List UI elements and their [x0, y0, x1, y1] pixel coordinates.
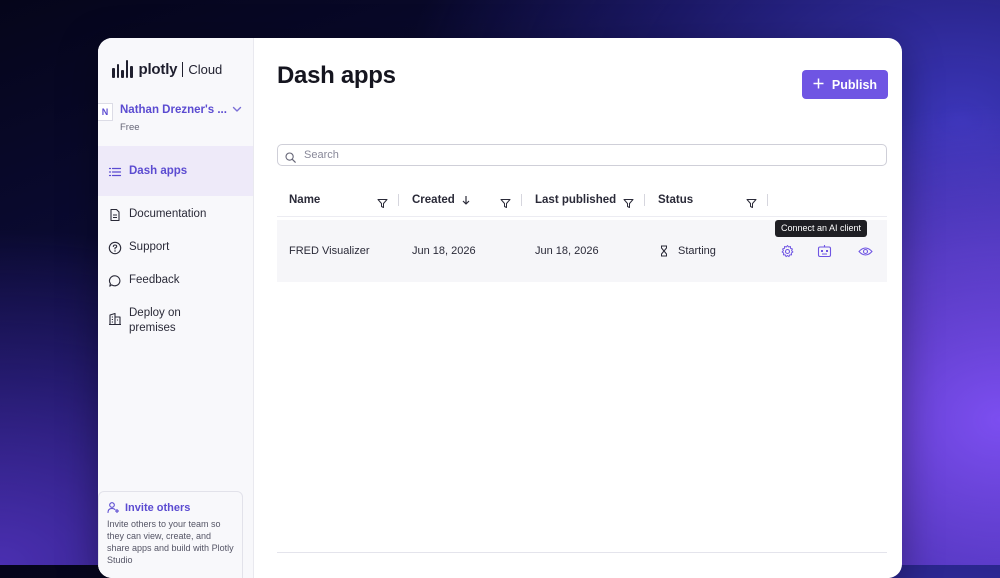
team-name[interactable]: Nathan Drezner's ... [120, 104, 227, 116]
publish-button[interactable]: Publish [802, 70, 888, 99]
app-name[interactable]: FRED Visualizer [289, 245, 370, 257]
page-title: Dash apps [277, 62, 396, 89]
column-label: Status [658, 194, 694, 206]
tooltip: Connect an AI client [775, 220, 868, 237]
sidebar-item-feedback[interactable]: Feedback [98, 273, 253, 288]
filter-icon[interactable] [746, 196, 757, 208]
invite-title: Invite others [125, 501, 191, 514]
filter-icon[interactable] [623, 196, 634, 208]
column-divider[interactable] [767, 194, 768, 206]
column-header-name[interactable]: Name [289, 194, 320, 206]
sidebar: plotly Cloud N Nathan Drezner's ... Free… [98, 38, 254, 578]
sidebar-item-label: Dash apps [129, 164, 188, 177]
sidebar-item-documentation[interactable]: Documentation [98, 207, 253, 222]
plus-icon [813, 78, 824, 92]
plotly-logo-icon [112, 60, 133, 78]
sidebar-item-label: Support [129, 241, 170, 253]
ai-client-icon[interactable] [817, 244, 832, 259]
column-label: Created [412, 194, 455, 206]
team-plan: Free [120, 122, 140, 133]
sidebar-item-support[interactable]: Support [98, 240, 253, 255]
logo[interactable]: plotly Cloud [112, 60, 222, 78]
sidebar-item-deploy-on-premises[interactable]: Deploy on premises [98, 306, 253, 336]
column-divider[interactable] [644, 194, 645, 206]
filter-icon[interactable] [500, 196, 511, 208]
table-row[interactable]: FRED Visualizer Jun 18, 2026 Jun 18, 202… [277, 220, 887, 282]
team-avatar: N [98, 103, 113, 121]
column-header-created[interactable]: Created [412, 194, 471, 206]
table-bottom-border [277, 552, 887, 553]
document-icon [108, 208, 122, 222]
invite-description: Invite others to your team so they can v… [107, 519, 234, 565]
table-header: Name Created Last published Status [277, 188, 887, 217]
sidebar-item-label: Feedback [129, 274, 180, 286]
hourglass-icon [658, 245, 670, 257]
list-icon [108, 165, 122, 179]
last-published-date: Jun 18, 2026 [535, 245, 599, 257]
sidebar-item-label: Documentation [129, 208, 207, 220]
main-content: Dash apps Publish Name Created [253, 38, 902, 578]
chevron-down-icon[interactable] [231, 102, 243, 120]
help-circle-icon [108, 241, 122, 255]
arrow-down-icon[interactable] [461, 195, 471, 205]
status-cell: Starting [658, 245, 716, 257]
chat-bubble-icon [108, 274, 122, 288]
brand-divider [182, 61, 184, 77]
brand-name: plotly [138, 60, 178, 78]
search-field[interactable] [277, 144, 887, 166]
app-window: plotly Cloud N Nathan Drezner's ... Free… [98, 38, 902, 578]
sidebar-item-label: Deploy on premises [129, 307, 181, 334]
add-user-icon [107, 501, 120, 514]
sidebar-item-dash-apps[interactable]: Dash apps [98, 146, 253, 196]
column-header-status[interactable]: Status [658, 194, 693, 206]
publish-label: Publish [831, 77, 878, 92]
eye-icon[interactable] [858, 244, 873, 259]
column-divider[interactable] [521, 194, 522, 206]
building-icon [108, 312, 122, 326]
invite-title-row[interactable]: Invite others [107, 501, 234, 514]
status-text: Starting [678, 245, 716, 257]
gear-icon[interactable] [780, 244, 795, 259]
filter-icon[interactable] [377, 196, 388, 208]
column-label: Name [289, 194, 321, 206]
search-icon [285, 150, 296, 163]
brand-product: Cloud [188, 61, 223, 77]
search-input[interactable] [302, 148, 886, 162]
column-header-last-published[interactable]: Last published [535, 194, 616, 206]
created-date: Jun 18, 2026 [412, 245, 476, 257]
column-divider[interactable] [398, 194, 399, 206]
column-label: Last published [535, 194, 617, 206]
